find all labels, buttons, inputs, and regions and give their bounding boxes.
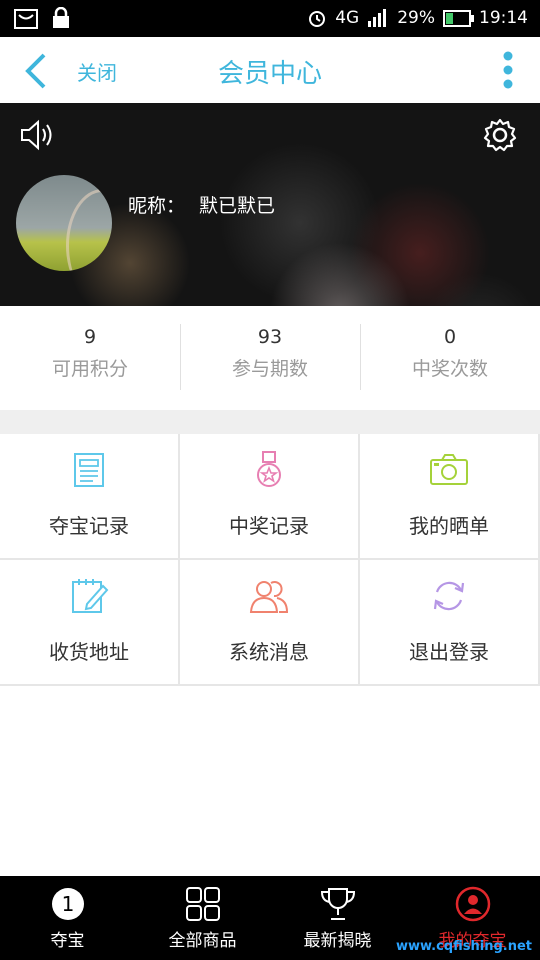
stats-row: 9 可用积分 93 参与期数 0 中奖次数 [0, 306, 540, 410]
nickname-value: 默已默已 [199, 195, 276, 217]
menu-item-label: 退出登录 [409, 640, 489, 664]
stat-value: 9 [83, 326, 97, 348]
trophy-icon [320, 888, 355, 920]
section-divider [0, 410, 540, 434]
signal-icon [368, 9, 387, 27]
tab-label: 夺宝 [50, 931, 85, 951]
stat-points[interactable]: 9 可用积分 [0, 306, 180, 410]
menu-item-shipping-address[interactable]: 收货地址 [0, 560, 180, 686]
network-type: 4G [335, 8, 360, 28]
document-icon [74, 453, 104, 487]
rainbow-photo [66, 189, 112, 271]
menu-item-draw-records[interactable]: 夺宝记录 [0, 434, 180, 560]
page-title: 会员中心 [217, 59, 322, 89]
medal-icon [257, 451, 281, 487]
menu-item-my-shares[interactable]: 我的晒单 [360, 434, 540, 560]
speaker-icon[interactable] [20, 119, 56, 151]
camera-icon [430, 454, 468, 485]
status-bar: 4G 29% 19:14 [0, 0, 540, 37]
watermark: www.cqfishing.net [395, 939, 532, 954]
stat-value: 93 [257, 326, 283, 348]
tab-all-products[interactable]: 全部商品 [135, 876, 270, 960]
user-icon [455, 886, 490, 922]
tab-label: 全部商品 [168, 931, 237, 951]
bottom-tab-bar: 1 夺宝 全部商品 最新揭晓 我的夺宝 www.cqfishing.net [0, 876, 540, 960]
alarm-icon [309, 11, 326, 27]
stat-label: 可用积分 [51, 358, 128, 380]
grid-icon [185, 887, 220, 921]
battery-level [446, 12, 453, 24]
clock: 19:14 [479, 8, 528, 28]
number-one-icon: 1 [51, 888, 84, 920]
settings-gear-icon[interactable] [482, 117, 518, 153]
bag-icon [14, 9, 38, 29]
menu-grid: 夺宝记录 中奖记录 我的晒单 收货地址 系统消息 退出登录 [0, 434, 540, 686]
stat-value: 0 [443, 326, 457, 348]
tab-latest-results[interactable]: 最新揭晓 [270, 876, 405, 960]
menu-item-label: 中奖记录 [229, 514, 309, 538]
menu-item-win-records[interactable]: 中奖记录 [180, 434, 360, 560]
stat-participations[interactable]: 93 参与期数 [180, 306, 360, 410]
title-bar: 关闭 会员中心 [0, 37, 540, 104]
avatar[interactable] [16, 175, 112, 271]
profile-header: 昵称： 默已默已 [0, 103, 540, 306]
lock-icon [53, 7, 69, 28]
menu-item-system-messages[interactable]: 系统消息 [180, 560, 360, 686]
refresh-icon [433, 581, 465, 611]
stat-label: 中奖次数 [411, 358, 488, 380]
tab-label: 最新揭晓 [303, 931, 372, 951]
edit-note-icon [72, 579, 109, 613]
nickname-label: 昵称： [128, 195, 186, 217]
menu-item-label: 夺宝记录 [49, 514, 129, 538]
svg-text:1: 1 [61, 892, 74, 916]
users-icon [249, 581, 289, 613]
menu-item-label: 系统消息 [229, 640, 309, 664]
menu-item-logout[interactable]: 退出登录 [360, 560, 540, 686]
menu-item-label: 收货地址 [49, 640, 129, 664]
battery-percent: 29% [397, 8, 435, 28]
nickname: 昵称： 默已默已 [128, 191, 275, 218]
stat-wins[interactable]: 0 中奖次数 [360, 306, 540, 410]
battery-icon [443, 9, 474, 27]
stat-label: 参与期数 [231, 358, 308, 380]
more-options-icon[interactable] [502, 51, 514, 89]
tab-draw[interactable]: 1 夺宝 [0, 876, 135, 960]
menu-item-label: 我的晒单 [409, 514, 489, 538]
